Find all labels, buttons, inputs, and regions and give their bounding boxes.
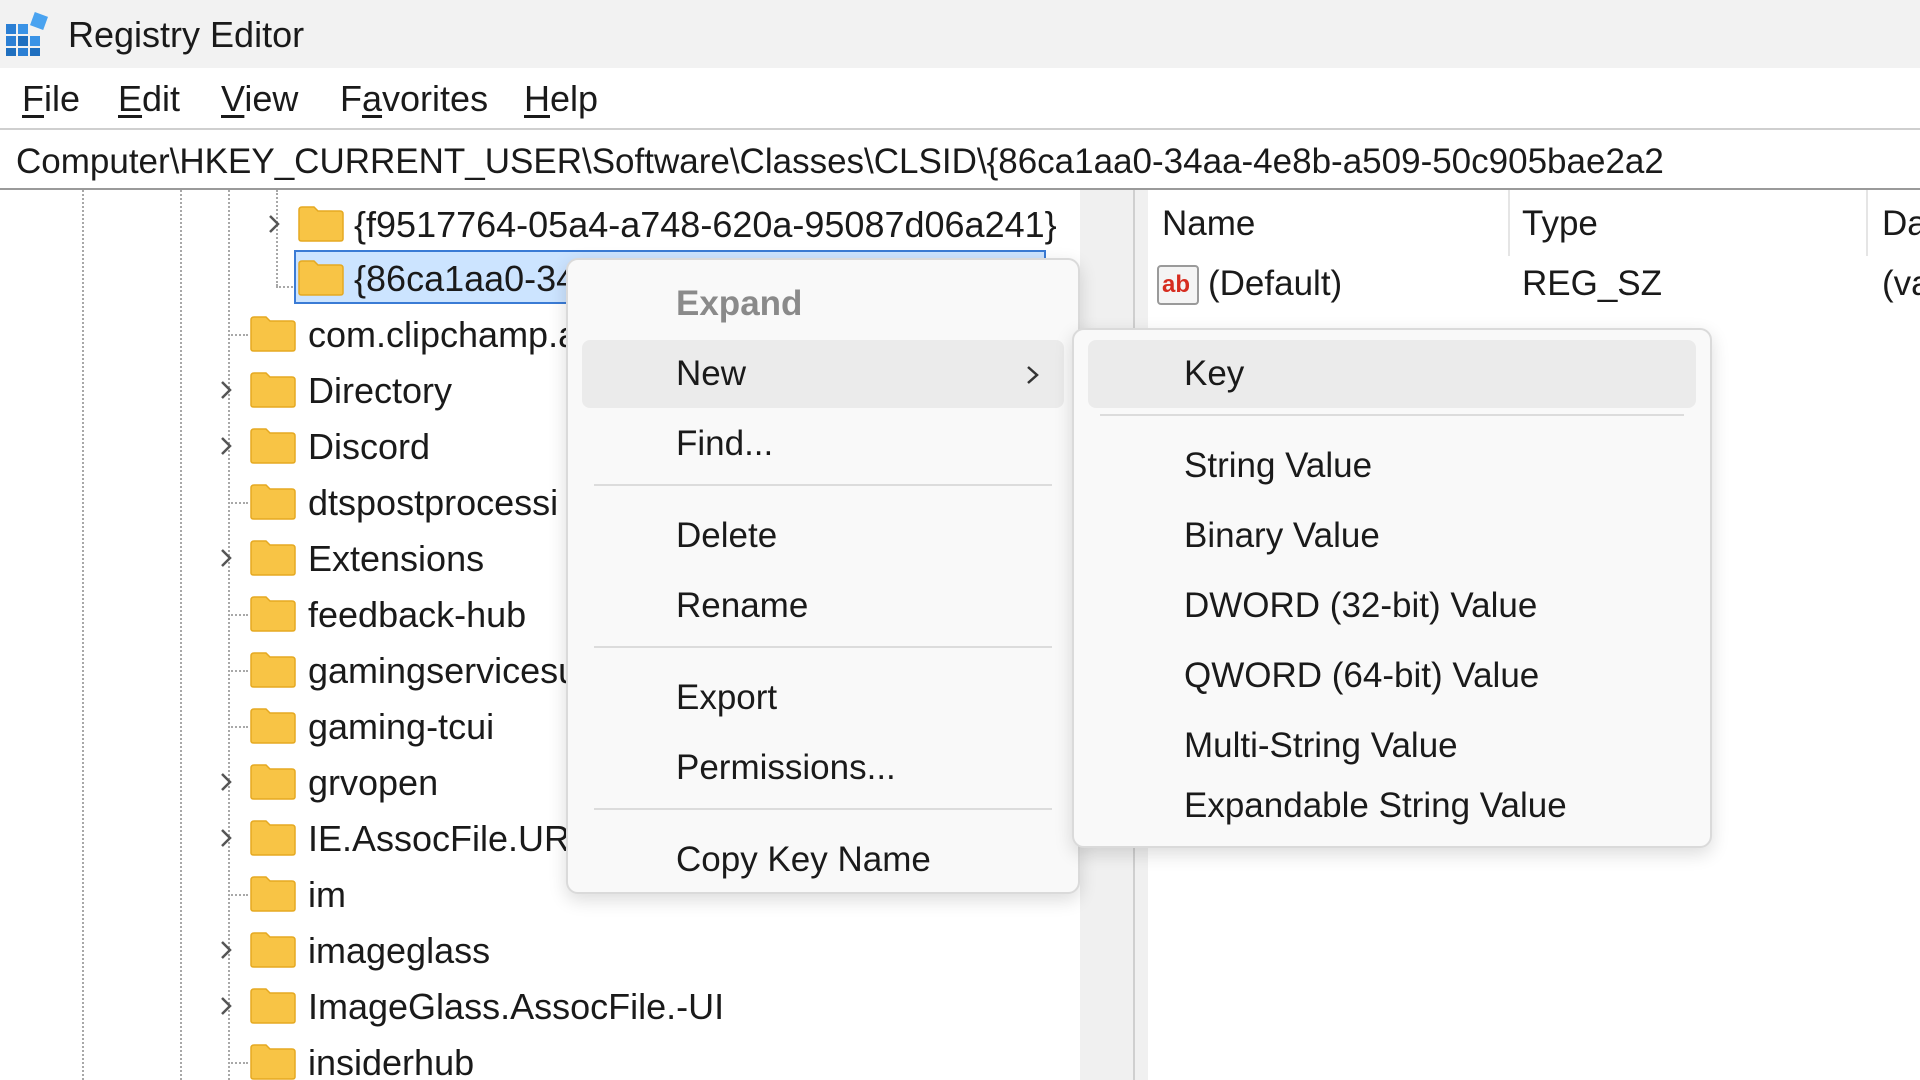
- string-value-ab-icon: ab: [1157, 265, 1199, 305]
- column-header-data[interactable]: Da: [1882, 204, 1920, 244]
- tree-node-label: Directory: [308, 370, 453, 411]
- tree-guide: [228, 894, 248, 896]
- folder-icon: [250, 540, 296, 576]
- tree-node-label: gaming-tcui: [308, 706, 495, 747]
- submenu-item-expandable-string-value[interactable]: Expandable String Value: [1088, 772, 1696, 840]
- column-header-name[interactable]: Name: [1162, 204, 1255, 244]
- folder-icon: [250, 708, 296, 744]
- folder-icon: [250, 820, 296, 856]
- context-menu: Expand New Find... Delete Rename Export …: [566, 258, 1080, 894]
- chevron-right-icon[interactable]: [216, 828, 236, 848]
- menu-view[interactable]: View: [221, 78, 298, 120]
- tree-node-label: feedback-hub: [308, 594, 527, 635]
- folder-icon: [250, 652, 296, 688]
- address-bar[interactable]: Computer\HKEY_CURRENT_USER\Software\Clas…: [0, 128, 1920, 190]
- tree-node-label: {f9517764-05a4-a748-620a-95087d06a241}: [354, 204, 1057, 245]
- menu-separator: [594, 484, 1052, 486]
- submenu-item-multi-string-value[interactable]: Multi-String Value: [1088, 712, 1696, 780]
- tree-node-label: ImageGlass.AssocFile.-UI: [308, 986, 725, 1027]
- tree-node-label: im: [308, 874, 346, 915]
- submenu-item-dword-value[interactable]: DWORD (32-bit) Value: [1088, 572, 1696, 640]
- chevron-right-icon[interactable]: [216, 940, 236, 960]
- folder-icon: [250, 988, 296, 1024]
- menu-edit[interactable]: Edit: [118, 78, 180, 120]
- tree-guide: [228, 1062, 248, 1064]
- tree-node[interactable]: insiderhub: [0, 1036, 1080, 1080]
- chevron-right-icon[interactable]: [216, 380, 236, 400]
- tree-guide: [228, 502, 248, 504]
- menu-item-find[interactable]: Find...: [582, 410, 1064, 478]
- registry-editor-icon: [6, 12, 48, 56]
- tree-node-label: {86ca1aa0-34: [354, 258, 577, 299]
- menu-separator: [1100, 414, 1684, 416]
- tree-guide: [228, 614, 248, 616]
- menu-item-rename[interactable]: Rename: [582, 572, 1064, 640]
- tree-guide: [228, 670, 248, 672]
- menu-item-export[interactable]: Export: [582, 664, 1064, 732]
- tree-node-label: Discord: [308, 426, 431, 467]
- menu-item-new[interactable]: New: [582, 340, 1064, 408]
- window-title: Registry Editor: [68, 14, 305, 55]
- column-separator[interactable]: [1508, 190, 1510, 256]
- folder-icon: [250, 484, 296, 520]
- menu-item-expand[interactable]: Expand: [582, 270, 1064, 338]
- menu-item-permissions[interactable]: Permissions...: [582, 734, 1064, 802]
- new-submenu: Key String Value Binary Value DWORD (32-…: [1072, 328, 1712, 848]
- chevron-right-icon: [1027, 366, 1039, 384]
- submenu-item-qword-value[interactable]: QWORD (64-bit) Value: [1088, 642, 1696, 710]
- value-name[interactable]: (Default): [1208, 264, 1342, 304]
- tree-guide: [228, 334, 248, 336]
- submenu-item-binary-value[interactable]: Binary Value: [1088, 502, 1696, 570]
- submenu-item-string-value[interactable]: String Value: [1088, 432, 1696, 500]
- folder-icon: [250, 932, 296, 968]
- folder-icon: [298, 206, 344, 242]
- chevron-right-icon[interactable]: [216, 996, 236, 1016]
- tree-node[interactable]: imageglass: [0, 924, 1080, 974]
- column-header-type[interactable]: Type: [1522, 204, 1598, 244]
- tree-node-label: IE.AssocFile.URL: [308, 818, 591, 859]
- chevron-right-icon[interactable]: [216, 772, 236, 792]
- menu-separator: [594, 646, 1052, 648]
- value-type: REG_SZ: [1522, 264, 1663, 303]
- menu-favorites[interactable]: Favorites: [340, 78, 488, 120]
- title-bar: Registry Editor: [0, 0, 1920, 68]
- tree-node-label: gamingservicesu: [308, 650, 579, 691]
- menu-file[interactable]: File: [22, 78, 80, 120]
- folder-icon: [250, 596, 296, 632]
- tree-node-label: insiderhub: [308, 1042, 475, 1080]
- chevron-right-icon[interactable]: [216, 436, 236, 456]
- svg-text:ab: ab: [1162, 271, 1190, 298]
- folder-icon: [250, 764, 296, 800]
- submenu-item-key[interactable]: Key: [1088, 340, 1696, 408]
- address-path[interactable]: Computer\HKEY_CURRENT_USER\Software\Clas…: [16, 142, 1664, 182]
- chevron-right-icon[interactable]: [264, 214, 284, 234]
- tree-node-label: com.clipchamp.a: [308, 314, 579, 355]
- menu-item-delete[interactable]: Delete: [582, 502, 1064, 570]
- menu-bar: File Edit View Favorites Help: [0, 68, 1920, 128]
- folder-icon: [250, 372, 296, 408]
- folder-icon: [250, 428, 296, 464]
- tree-node-label: grvopen: [308, 762, 439, 803]
- chevron-right-icon[interactable]: [216, 548, 236, 568]
- tree-guide: [228, 726, 248, 728]
- tree-node-label: imageglass: [308, 930, 491, 971]
- folder-icon: [250, 1044, 296, 1080]
- tree-node[interactable]: {f9517764-05a4-a748-620a-95087d06a241}: [0, 200, 1080, 250]
- tree-node-label: Extensions: [308, 538, 485, 579]
- value-data: (va: [1882, 264, 1920, 303]
- folder-icon: [250, 316, 296, 352]
- menu-item-copy-key-name[interactable]: Copy Key Name: [582, 826, 1064, 894]
- tree-node-label: dtspostprocessi: [308, 482, 559, 523]
- menu-help[interactable]: Help: [524, 78, 598, 120]
- folder-open-icon: [298, 260, 344, 296]
- column-separator[interactable]: [1866, 190, 1868, 256]
- folder-icon: [250, 876, 296, 912]
- tree-node[interactable]: ImageGlass.AssocFile.-UI: [0, 980, 1080, 1030]
- menu-separator: [594, 808, 1052, 810]
